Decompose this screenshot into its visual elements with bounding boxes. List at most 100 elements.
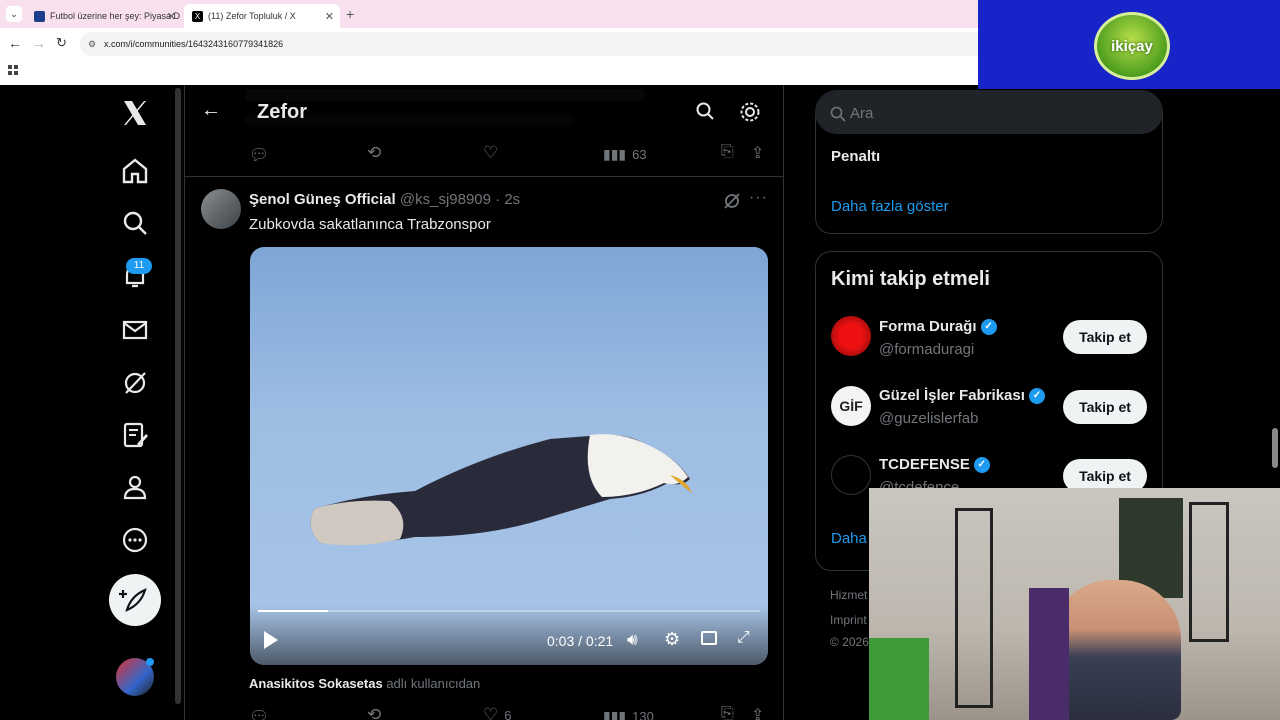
volume-icon[interactable]: 🔊︎ bbox=[627, 630, 638, 650]
webcam-overlay bbox=[869, 488, 1280, 720]
views-stat[interactable]: ▮▮▮ 130 bbox=[603, 708, 654, 720]
video-time: 0:03 / 0:21 bbox=[547, 633, 614, 649]
footer-link[interactable]: Hizmet bbox=[830, 588, 867, 602]
more-icon[interactable] bbox=[120, 525, 150, 555]
suggestion-name[interactable]: TCDEFENSE ✓ bbox=[879, 456, 990, 474]
tab-label: Futbol üzerine her şey: Piyasa D bbox=[50, 11, 181, 21]
suggestion-handle[interactable]: @guzelislerfab bbox=[879, 410, 978, 427]
suggestion-avatar[interactable]: GİF bbox=[831, 386, 871, 426]
profile-icon[interactable] bbox=[120, 472, 150, 502]
reload-icon[interactable]: ↻ bbox=[56, 35, 67, 51]
follow-button[interactable]: Takip et bbox=[1063, 320, 1147, 354]
search-icon[interactable] bbox=[120, 208, 150, 238]
settings-icon[interactable]: ⚙ bbox=[664, 629, 680, 650]
like-stat[interactable]: ♡ 6 bbox=[483, 705, 511, 720]
more-options-icon[interactable]: ··· bbox=[749, 189, 768, 207]
post-header: Şenol Güneş Official @ks_sj98909 · 2s bbox=[249, 191, 520, 208]
suggestion-avatar[interactable] bbox=[831, 455, 871, 495]
pip-icon[interactable] bbox=[701, 631, 717, 645]
grok-icon[interactable] bbox=[723, 192, 741, 210]
back-icon[interactable]: ← bbox=[8, 35, 22, 51]
forward-icon[interactable]: → bbox=[32, 35, 46, 51]
apps-icon[interactable] bbox=[8, 65, 18, 75]
like-icon[interactable]: ♡ bbox=[483, 143, 498, 163]
url-text: x.com/i/communities/1643243160779341826 bbox=[104, 39, 284, 49]
video-progress-fill bbox=[258, 610, 328, 612]
suggestion-name[interactable]: Güzel İşler Fabrikası ✓ bbox=[879, 387, 1045, 405]
follow-button[interactable]: Takip et bbox=[1063, 390, 1147, 424]
post-time[interactable]: · 2s bbox=[495, 191, 520, 208]
suggestion-name-text: Güzel İşler Fabrikası bbox=[879, 387, 1025, 404]
bookmark-icon[interactable]: ⎘ bbox=[721, 705, 734, 720]
share-icon[interactable]: ⇪ bbox=[751, 143, 764, 163]
reposter-suffix: adlı kullanıcıdan bbox=[386, 676, 481, 691]
author-handle[interactable]: @ks_sj98909 bbox=[400, 191, 491, 208]
video-player[interactable]: 0:03 / 0:21 🔊︎ ⚙ ⤢ bbox=[250, 247, 768, 665]
suggestion-name[interactable]: Forma Durağı ✓ bbox=[879, 318, 997, 336]
fullscreen-icon[interactable]: ⤢ bbox=[737, 629, 750, 647]
suggestion-name-text: Forma Durağı bbox=[879, 318, 977, 335]
shelf-left bbox=[955, 508, 993, 708]
like-count: 6 bbox=[504, 707, 512, 720]
shelf-right bbox=[1189, 502, 1229, 642]
play-icon[interactable] bbox=[264, 631, 278, 649]
views-stat[interactable]: ▮▮▮ 63 bbox=[603, 146, 647, 163]
tab-bar: ⌄ Futbol üzerine her şey: Piyasa D ✕ X (… bbox=[0, 0, 978, 28]
search-icon bbox=[830, 106, 846, 122]
close-icon[interactable]: ✕ bbox=[325, 10, 334, 23]
views-count: 130 bbox=[632, 709, 654, 720]
community-header: ← Zefor bbox=[185, 85, 783, 137]
divider bbox=[185, 176, 783, 177]
post-text: Zubkovda sakatlanınca Trabzonspor bbox=[249, 216, 491, 233]
notification-badge: 11 bbox=[126, 258, 152, 274]
trend-title[interactable]: Penaltı bbox=[831, 148, 880, 165]
streamer bbox=[1051, 580, 1181, 720]
like-icon: ♡ bbox=[483, 705, 499, 720]
grok-icon[interactable] bbox=[120, 368, 150, 398]
verified-icon: ✓ bbox=[1028, 388, 1045, 405]
who-to-follow-title: Kimi takip etmeli bbox=[831, 268, 990, 290]
x-favicon: X bbox=[192, 10, 203, 22]
left-scrollbar[interactable] bbox=[175, 88, 181, 704]
retweet-icon[interactable]: ⟲ bbox=[367, 143, 381, 163]
search-placeholder: Ara bbox=[850, 105, 874, 122]
author-name[interactable]: Şenol Güneş Official bbox=[249, 191, 396, 208]
back-arrow-icon[interactable]: ← bbox=[201, 99, 221, 122]
share-icon[interactable]: ⇪ bbox=[751, 705, 764, 720]
tab-futbol[interactable]: Futbol üzerine her şey: Piyasa D ✕ bbox=[28, 4, 182, 28]
retweet-icon[interactable]: ⟲ bbox=[367, 705, 381, 720]
reply-icon[interactable]: 💬︎ bbox=[249, 707, 269, 720]
reposter-name[interactable]: Anasikitos Sokasetas bbox=[249, 676, 383, 691]
views-icon: ▮▮▮ bbox=[603, 708, 627, 720]
close-icon[interactable]: ✕ bbox=[167, 10, 176, 23]
url-field[interactable]: ⚙ x.com/i/communities/164324316077934182… bbox=[80, 32, 978, 56]
video-progress-track[interactable] bbox=[258, 610, 760, 612]
footer-copyright: © 2026 bbox=[830, 635, 869, 649]
right-scrollbar[interactable] bbox=[1272, 428, 1278, 468]
views-count: 63 bbox=[632, 147, 647, 162]
suggestion-handle[interactable]: @formaduragi bbox=[879, 341, 974, 358]
tab-zefor[interactable]: X (11) Zefor Topluluk / X ✕ bbox=[184, 4, 340, 28]
repost-line: Anasikitos Sokasetas adlı kullanıcıdan bbox=[249, 676, 480, 691]
lists-icon[interactable] bbox=[120, 420, 150, 450]
footer-link[interactable]: Imprint bbox=[830, 613, 867, 627]
online-dot bbox=[146, 658, 154, 666]
site-info-icon[interactable]: ⚙ bbox=[88, 32, 96, 56]
channel-logo-text: ikiçay bbox=[1111, 38, 1153, 55]
home-icon[interactable] bbox=[120, 156, 150, 186]
gear-icon[interactable] bbox=[739, 101, 761, 123]
search-box[interactable]: Ara bbox=[815, 90, 1163, 134]
new-tab-icon[interactable]: + bbox=[346, 6, 354, 22]
compose-post-button[interactable] bbox=[109, 574, 161, 626]
author-avatar[interactable] bbox=[201, 189, 241, 229]
show-more-link[interactable]: Daha bbox=[831, 530, 867, 547]
show-more-link[interactable]: Daha fazla göster bbox=[831, 198, 949, 215]
reply-icon[interactable]: 💬︎ bbox=[249, 145, 269, 165]
x-logo-icon[interactable] bbox=[120, 98, 150, 128]
suggestion-avatar[interactable] bbox=[831, 316, 871, 356]
gaming-chair bbox=[1029, 588, 1069, 720]
bookmark-icon[interactable]: ⎘ bbox=[721, 143, 734, 161]
mail-icon[interactable] bbox=[120, 315, 150, 345]
tab-list-button[interactable]: ⌄ bbox=[6, 6, 22, 22]
search-icon[interactable] bbox=[695, 101, 715, 121]
